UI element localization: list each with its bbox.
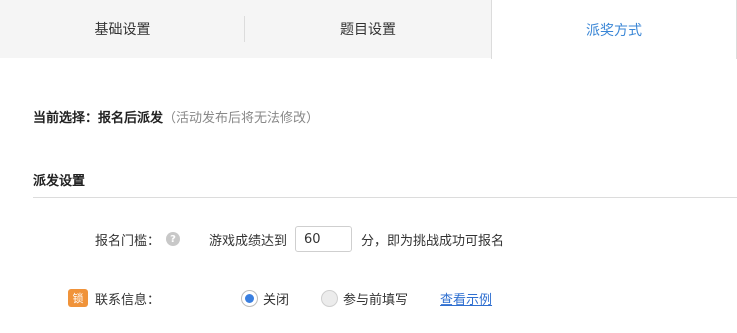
tab-question-settings[interactable]: 题目设置 <box>245 0 491 58</box>
tab-label: 基础设置 <box>94 22 151 38</box>
contact-info-label: 联系信息： <box>95 292 161 308</box>
lock-badge-icon: 锁 <box>68 289 88 307</box>
view-example-link[interactable]: 查看示例 <box>440 289 492 308</box>
signup-threshold-row: 报名门槛： ? 游戏成绩达到 分，即为挑战成功可报名 <box>95 225 504 253</box>
tab-bar: 基础设置 题目设置 派奖方式 <box>0 0 737 59</box>
contact-info-row: 锁 联系信息： 关闭 参与前填写 查看示例 <box>68 285 492 311</box>
radio-close[interactable]: 关闭 <box>241 289 289 308</box>
current-selection: 当前选择：报名后派发（活动发布后将无法修改） <box>33 107 319 126</box>
radio-checked-icon <box>241 289 258 307</box>
section-title: 派发设置 <box>33 174 86 189</box>
section-divider <box>33 197 737 198</box>
radio-fill-before-join[interactable]: 参与前填写 <box>321 289 408 308</box>
tab-label: 派奖方式 <box>586 22 642 39</box>
signup-threshold-label: 报名门槛： <box>95 233 161 249</box>
help-icon[interactable]: ? <box>166 232 181 246</box>
tab-reward-method[interactable]: 派奖方式 <box>491 0 737 59</box>
score-prefix: 游戏成绩达到 <box>209 233 288 249</box>
radio-unchecked-icon <box>321 289 339 307</box>
score-input[interactable] <box>295 226 353 252</box>
score-suffix: 分，即为挑战成功可报名 <box>361 233 505 249</box>
tab-basic-settings[interactable]: 基础设置 <box>0 0 245 58</box>
tab-label: 题目设置 <box>340 22 396 38</box>
radio-close-label: 关闭 <box>263 292 290 308</box>
current-selection-label: 当前选择：报名后派发 <box>33 111 164 126</box>
radio-fill-before-join-label: 参与前填写 <box>343 292 409 308</box>
current-selection-note: （活动发布后将无法修改） <box>163 111 320 126</box>
